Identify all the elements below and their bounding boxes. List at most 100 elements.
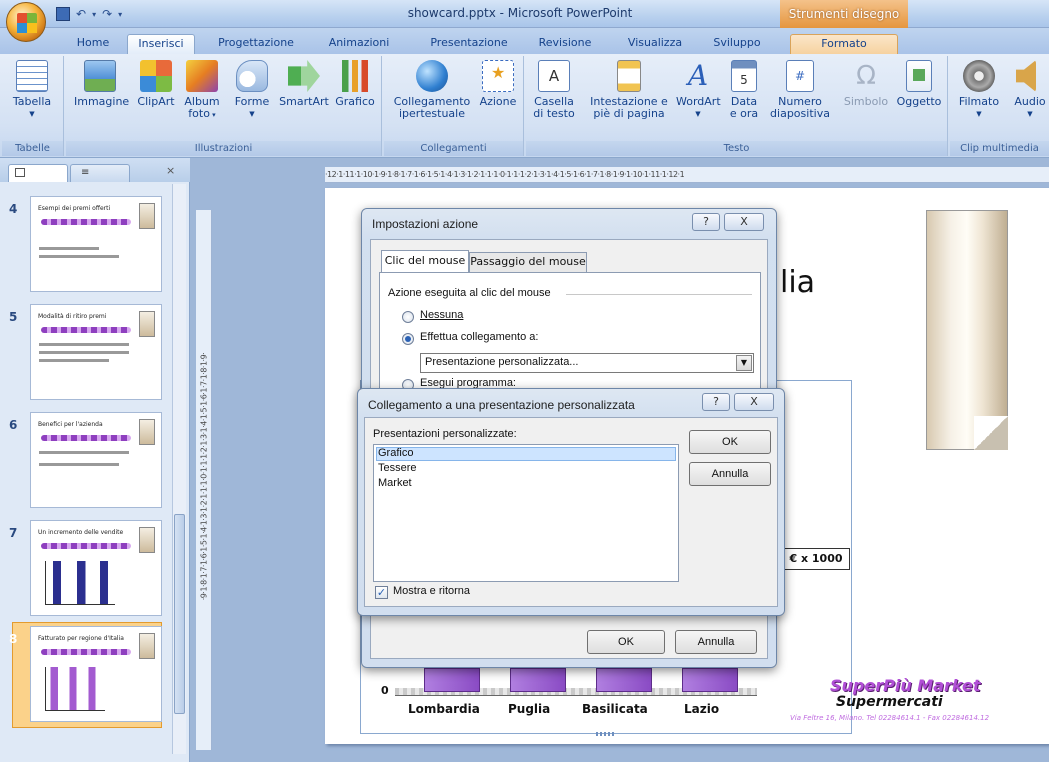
slide-thumb-decoration (41, 435, 131, 441)
tab-inserisci[interactable]: Inserisci (127, 34, 195, 54)
object-icon (906, 60, 932, 92)
simbolo-button[interactable]: Ω Simbolo (840, 60, 892, 108)
tab-clic-mouse[interactable]: Clic del mouse (381, 250, 469, 272)
list-item[interactable]: Market (378, 477, 412, 489)
shapes-icon (236, 60, 268, 92)
outline-tab[interactable]: ≡ (70, 164, 130, 182)
dialog-body: Presentazioni personalizzate: Grafico Te… (364, 417, 778, 607)
vertical-ruler-scale: ·9·1·8·1·7·1·6·1·5·1·4·1·3·1·2·1·1·1·0·1… (199, 352, 209, 601)
slide-thumb-picture (139, 633, 155, 659)
ok-button[interactable]: OK (689, 430, 771, 454)
slide-thumb-title: Modalità di ritiro premi (38, 313, 107, 320)
group-label-clip: Clip multimedia (950, 141, 1049, 156)
tab-animazioni[interactable]: Animazioni (318, 34, 400, 54)
tab-visualizza[interactable]: Visualizza (618, 34, 692, 54)
list-item[interactable]: Tessere (378, 462, 417, 474)
oggetto-button[interactable]: Oggetto (894, 60, 944, 108)
scroll-thumb[interactable] (174, 514, 185, 714)
group-label-testo: Testo (526, 141, 947, 156)
supermarket-picture[interactable] (926, 210, 1008, 450)
vertical-ruler: ·9·1·8·1·7·1·6·1·5·1·4·1·3·1·2·1·1·1·0·1… (196, 210, 212, 750)
casella-testo-button[interactable]: A Casella di testo (528, 60, 580, 120)
numero-diapositiva-button[interactable]: # Numero diapositiva (766, 60, 834, 120)
radio-collegamento[interactable] (402, 333, 414, 345)
group-collegamenti: Collegamento ipertestuale ★ Azione Colleg… (384, 56, 524, 156)
office-button[interactable] (6, 2, 46, 42)
grafico-button[interactable]: Grafico (332, 60, 378, 108)
list-label: Presentazioni personalizzate: (373, 428, 517, 440)
tab-passaggio-mouse[interactable]: Passaggio del mouse (469, 252, 587, 272)
checkbox-label: Mostra e ritorna (393, 585, 471, 597)
forme-button[interactable]: Forme ▼ (232, 60, 272, 120)
help-button[interactable]: ? (702, 393, 730, 411)
list-item-selected-highlight (376, 447, 676, 461)
help-button[interactable]: ? (692, 213, 720, 231)
link-target-select[interactable]: Presentazione personalizzata... ▼ (420, 353, 754, 373)
tab-progettazione[interactable]: Progettazione (208, 34, 304, 54)
ok-button[interactable]: OK (587, 630, 665, 654)
radio-nessuna-label: Nessuna (420, 309, 464, 321)
chevron-down-icon[interactable]: ▼ (736, 355, 752, 371)
mostra-ritorna-checkbox[interactable]: ✓ (375, 586, 388, 599)
slide-thumbnail[interactable]: Benefici per l'azienda (30, 412, 162, 508)
radio-nessuna[interactable] (402, 311, 414, 323)
chart-bar[interactable] (596, 668, 652, 692)
brand-address: Via Feltre 16, Milano. Tel 02284614.1 - … (790, 714, 990, 722)
slide-thumbnail[interactable]: Esempi dei premi offerti (30, 196, 162, 292)
slide-thumbnail[interactable]: Modalità di ritiro premi (30, 304, 162, 400)
redo-icon[interactable]: ↷ (102, 7, 112, 21)
customize-qat-icon[interactable]: ▾ (118, 10, 122, 19)
audio-button[interactable]: Audio ▼ (1010, 60, 1049, 120)
slide-number: 8 (9, 632, 18, 646)
slide-thumb-title: Benefici per l'azienda (38, 421, 103, 428)
group-label-tabelle: Tabelle (2, 141, 63, 156)
panel-scrollbar[interactable] (172, 184, 186, 754)
smartart-button[interactable]: SmartArt (278, 60, 330, 108)
chart-bar[interactable] (682, 668, 738, 692)
list-item[interactable]: Grafico (378, 447, 413, 459)
cancel-button[interactable]: Annulla (689, 462, 771, 486)
undo-icon[interactable]: ↶ (76, 7, 86, 21)
close-button[interactable]: X (724, 213, 764, 231)
immagine-button[interactable]: Immagine (74, 60, 129, 108)
chevron-down-icon[interactable]: ▾ (92, 10, 96, 19)
close-button[interactable]: X (734, 393, 774, 411)
slide-title[interactable]: lia (780, 265, 815, 300)
tab-sviluppo[interactable]: Sviluppo (704, 34, 770, 54)
slide-thumbnail-selected[interactable]: Fatturato per regione d'Italia (30, 626, 162, 722)
azione-button[interactable]: ★ Azione (476, 60, 520, 108)
slide-thumb-title: Esempi dei premi offerti (38, 205, 111, 212)
slide-thumbnail[interactable]: Un incremento delle vendite (30, 520, 162, 616)
chart-bar[interactable] (424, 668, 480, 692)
office-logo-icon (17, 13, 37, 33)
wordart-icon: A (687, 59, 709, 92)
custom-shows-list[interactable]: Grafico Tessere Market (373, 444, 679, 582)
tabella-button[interactable]: Tabella ▼ (8, 60, 56, 120)
cancel-button[interactable]: Annulla (675, 630, 757, 654)
chart-bar[interactable] (510, 668, 566, 692)
slide-thumb-line (39, 451, 129, 454)
wordart-button[interactable]: A WordArt ▼ (676, 59, 721, 120)
save-icon[interactable] (56, 7, 70, 21)
collegamento-ipertestuale-button[interactable]: Collegamento ipertestuale (390, 60, 474, 120)
tab-formato[interactable]: Formato (790, 34, 898, 54)
slide-thumb-line (39, 463, 119, 466)
chart-resize-handle[interactable] (596, 732, 614, 736)
chart-category-label: Lazio (684, 702, 720, 716)
slides-tab[interactable] (8, 164, 68, 182)
picture-icon (84, 60, 116, 92)
intestazione-button[interactable]: Intestazione e piè di pagina (584, 60, 674, 120)
clipart-button[interactable]: ClipArt (136, 60, 176, 108)
data-ora-button[interactable]: 5 Data e ora (726, 60, 762, 120)
close-panel-icon[interactable]: × (166, 164, 175, 177)
dialog-title: Collegamento a una presentazione persona… (368, 398, 635, 412)
tab-revisione[interactable]: Revisione (530, 34, 600, 54)
tab-presentazione[interactable]: Presentazione (422, 34, 516, 54)
filmato-button[interactable]: Filmato ▼ (956, 60, 1002, 120)
tab-home[interactable]: Home (70, 34, 116, 54)
slide-number: 5 (9, 310, 18, 324)
ribbon-tabs: Home Inserisci Progettazione Animazioni … (0, 28, 1049, 54)
table-icon (16, 60, 48, 92)
album-foto-button[interactable]: Album foto ▾ (182, 60, 222, 121)
radio-collegamento-label: Effettua collegamento a: (420, 331, 539, 343)
